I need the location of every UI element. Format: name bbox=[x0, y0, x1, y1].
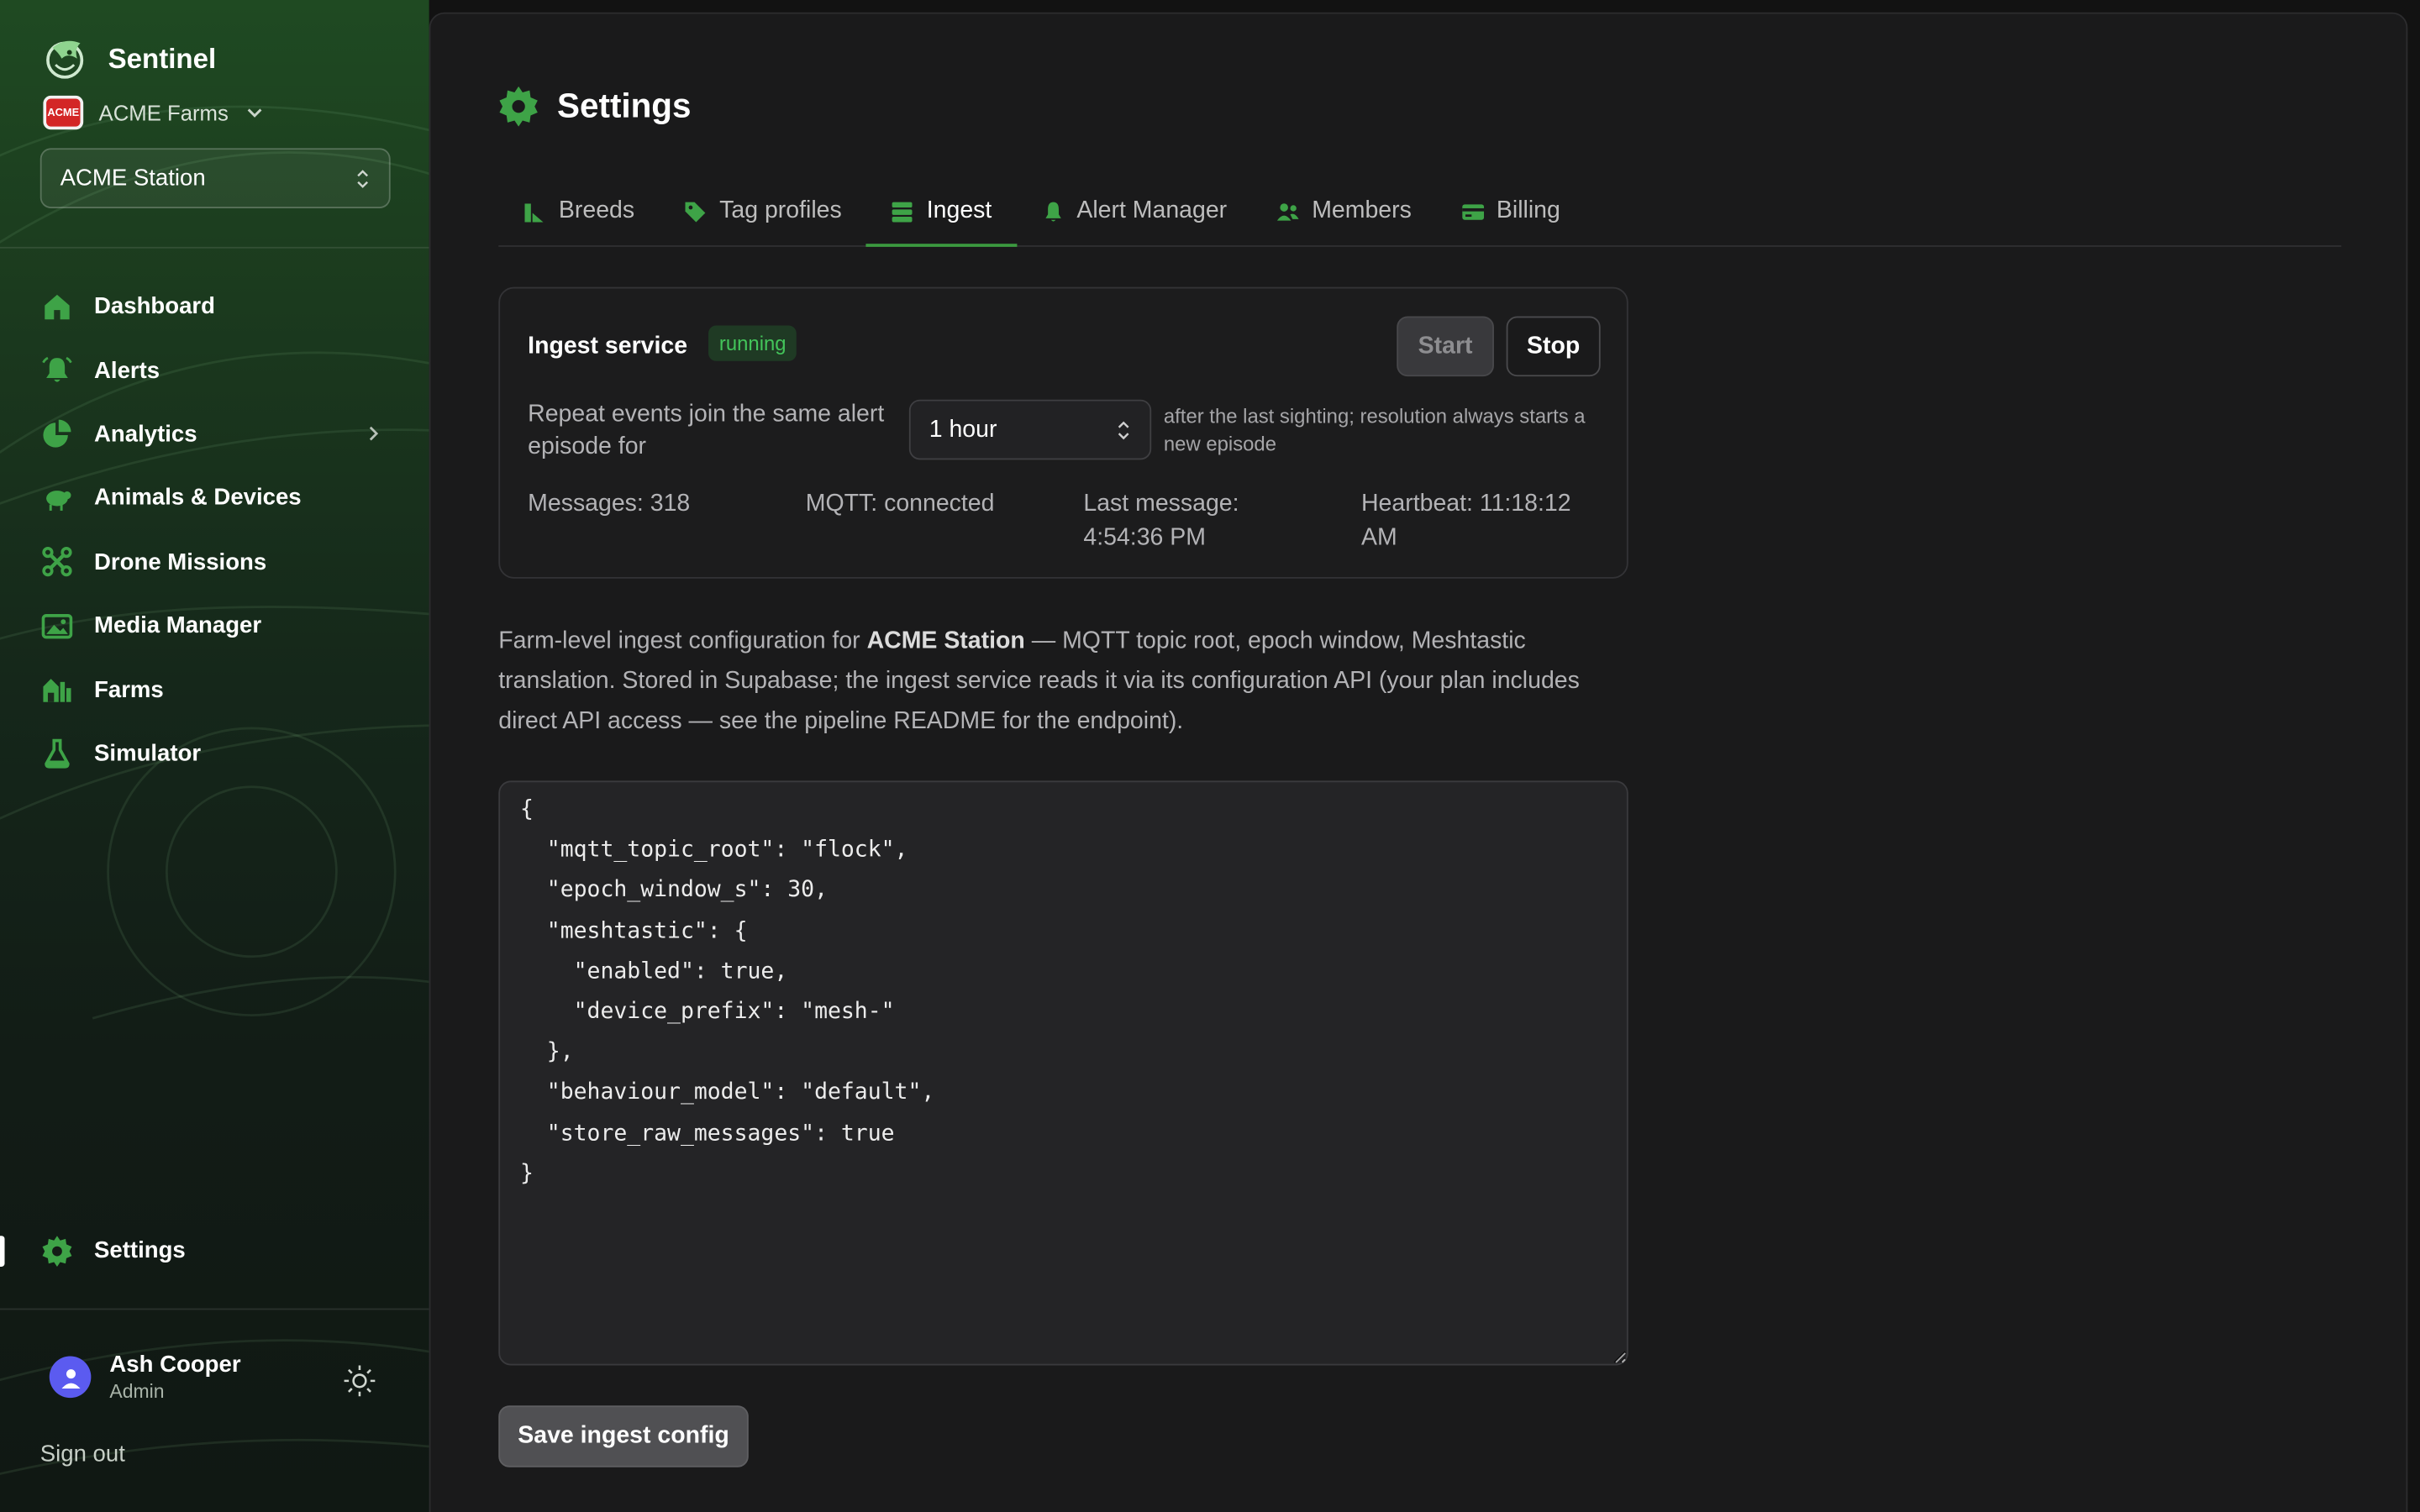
episode-window-select[interactable]: 1 hour bbox=[908, 399, 1152, 460]
tab-tag-profiles[interactable]: Tag profiles bbox=[660, 177, 867, 245]
sidebar-item-animals-devices[interactable]: Animals & Devices bbox=[0, 466, 429, 530]
drone-icon bbox=[40, 546, 73, 579]
sidebar: Sentinel ACME ACME Farms ACME Station Da… bbox=[0, 0, 429, 1512]
page-title: Settings bbox=[557, 86, 692, 125]
org-name: ACME Farms bbox=[98, 100, 229, 125]
save-ingest-config-button[interactable]: Save ingest config bbox=[498, 1405, 749, 1467]
tab-label: Tag profiles bbox=[719, 197, 842, 224]
sign-out-link[interactable]: Sign out bbox=[40, 1441, 125, 1467]
sidebar-item-label: Dashboard bbox=[94, 293, 215, 320]
sidebar-item-drone-missions[interactable]: Drone Missions bbox=[0, 530, 429, 594]
user-name: Ash Cooper bbox=[109, 1351, 241, 1378]
station-select[interactable]: ACME Station bbox=[39, 148, 391, 208]
tab-alert-manager[interactable]: Alert Manager bbox=[1017, 177, 1252, 245]
chevron-down-icon bbox=[247, 108, 262, 118]
server-icon bbox=[892, 201, 913, 222]
user-profile[interactable]: Ash Cooper Admin bbox=[49, 1351, 241, 1403]
tab-members[interactable]: Members bbox=[1252, 177, 1437, 245]
sidebar-divider bbox=[0, 246, 429, 249]
gear-icon bbox=[40, 1235, 73, 1268]
description-prefix: Farm-level ingest configuration for bbox=[498, 627, 867, 654]
sidebar-item-label: Alerts bbox=[94, 357, 160, 384]
ingest-service-card: Ingest service running Start Stop Repeat… bbox=[498, 286, 1628, 579]
ingest-description: Farm-level ingest configuration for ACME… bbox=[498, 622, 1625, 742]
tab-label: Ingest bbox=[926, 197, 992, 224]
page-header: Settings bbox=[498, 86, 692, 127]
stop-button[interactable]: Stop bbox=[1506, 316, 1601, 377]
tab-label: Breeds bbox=[558, 197, 635, 224]
credit-card-icon bbox=[1461, 203, 1484, 219]
main-panel: Settings Breeds Tag profiles Ingest Aler… bbox=[429, 12, 2408, 1512]
status-badge: running bbox=[708, 325, 797, 361]
sidebar-item-label: Simulator bbox=[94, 740, 202, 767]
users-icon bbox=[1276, 202, 1299, 220]
ingest-service-title: Ingest service bbox=[528, 333, 688, 360]
messages-count: Messages: 318 bbox=[528, 491, 691, 517]
barn-icon bbox=[40, 674, 73, 706]
sun-icon[interactable] bbox=[343, 1364, 376, 1398]
chevron-updown-icon bbox=[357, 169, 368, 188]
sentinel-logo-icon bbox=[46, 40, 84, 79]
org-logo: ACME bbox=[43, 95, 84, 130]
active-indicator bbox=[0, 1236, 5, 1267]
sidebar-item-label: Drone Missions bbox=[94, 549, 267, 575]
org-switcher[interactable]: ACME ACME Farms bbox=[43, 95, 265, 130]
sidebar-item-alerts[interactable]: Alerts bbox=[0, 339, 429, 402]
episode-window-label: Repeat events join the same alert episod… bbox=[528, 401, 885, 460]
sidebar-item-label: Media Manager bbox=[94, 612, 262, 639]
tab-billing[interactable]: Billing bbox=[1436, 177, 1585, 245]
image-icon bbox=[40, 610, 73, 643]
tab-breeds[interactable]: Breeds bbox=[498, 177, 659, 245]
breeds-icon bbox=[524, 202, 544, 222]
sidebar-item-simulator[interactable]: Simulator bbox=[0, 722, 429, 785]
pie-chart-icon bbox=[40, 418, 73, 451]
heartbeat-time: Heartbeat: 11:18:12 AM bbox=[1361, 491, 1571, 550]
bell-icon bbox=[40, 354, 73, 387]
sidebar-item-dashboard[interactable]: Dashboard bbox=[0, 275, 429, 339]
tab-ingest[interactable]: Ingest bbox=[866, 177, 1018, 247]
user-icon bbox=[60, 1368, 80, 1389]
sidebar-divider bbox=[0, 1308, 429, 1310]
tab-label: Billing bbox=[1496, 197, 1560, 224]
home-icon bbox=[40, 291, 73, 323]
brand[interactable]: Sentinel bbox=[40, 34, 216, 83]
sidebar-item-settings[interactable]: Settings bbox=[0, 1219, 429, 1283]
mqtt-status: MQTT: connected bbox=[805, 491, 995, 517]
flask-icon bbox=[40, 738, 73, 770]
settings-tabs: Breeds Tag profiles Ingest Alert Manager… bbox=[498, 177, 2342, 247]
bell-icon bbox=[1044, 201, 1061, 221]
sidebar-item-label: Settings bbox=[94, 1237, 186, 1264]
tag-icon bbox=[685, 201, 706, 222]
sidebar-item-analytics[interactable]: Analytics bbox=[0, 402, 429, 466]
sidebar-item-label: Animals & Devices bbox=[94, 485, 302, 512]
sidebar-item-settings-row[interactable]: Settings bbox=[0, 1219, 429, 1283]
sidebar-nav: Dashboard Alerts Analytics Animals & Dev… bbox=[0, 275, 429, 785]
start-button[interactable]: Start bbox=[1397, 316, 1494, 377]
avatar bbox=[49, 1356, 92, 1399]
sidebar-item-farms[interactable]: Farms bbox=[0, 658, 429, 722]
sidebar-item-label: Farms bbox=[94, 676, 164, 703]
sheep-icon bbox=[40, 482, 73, 515]
gear-icon bbox=[499, 86, 538, 127]
tab-label: Members bbox=[1312, 197, 1412, 224]
last-message-time: Last message: 4:54:36 PM bbox=[1083, 491, 1239, 550]
episode-window-help: after the last sighting; resolution alwa… bbox=[1163, 404, 1586, 455]
sidebar-item-label: Analytics bbox=[94, 421, 197, 448]
chevron-updown-icon bbox=[1118, 420, 1129, 439]
episode-window-value: 1 hour bbox=[929, 416, 997, 443]
ingest-config-editor[interactable] bbox=[498, 780, 1628, 1366]
description-station: ACME Station bbox=[866, 627, 1025, 654]
user-role: Admin bbox=[109, 1380, 165, 1403]
chevron-right-icon bbox=[369, 426, 379, 441]
sidebar-item-media-manager[interactable]: Media Manager bbox=[0, 594, 429, 658]
tab-label: Alert Manager bbox=[1076, 197, 1228, 224]
station-select-value: ACME Station bbox=[60, 165, 206, 192]
brand-name: Sentinel bbox=[108, 42, 217, 74]
